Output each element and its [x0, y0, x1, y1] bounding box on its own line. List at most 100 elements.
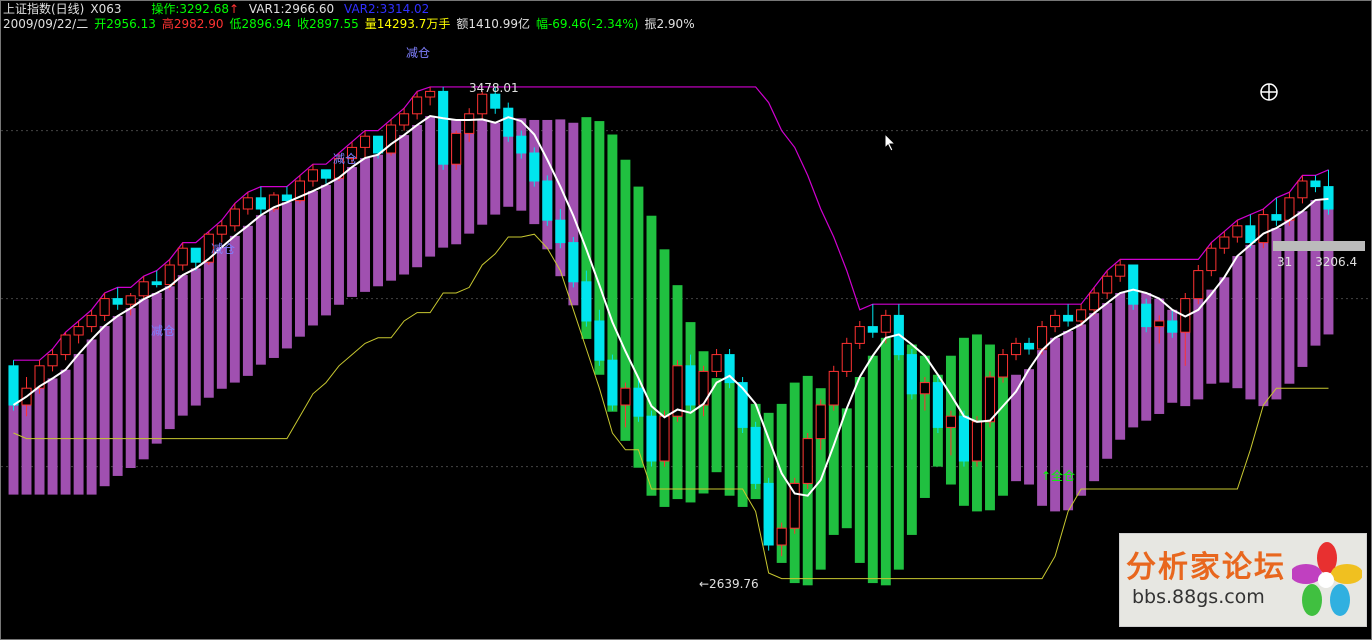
trough-price-label: ←2639.76 — [699, 577, 759, 591]
watermark-url: bbs.88gs.com — [1132, 586, 1265, 608]
trend-band-bar — [373, 154, 384, 287]
trend-band-bar — [828, 403, 839, 535]
move-cursor-icon — [1260, 83, 1278, 101]
candle-body — [1037, 326, 1048, 350]
mouse-pointer-icon — [884, 133, 897, 152]
forum-watermark: 分析家论坛 bbs.88gs.com — [1119, 533, 1367, 627]
candle-body — [1206, 247, 1217, 272]
candle-body — [607, 359, 618, 406]
change-value: 幅-69.46(-2.34%) — [535, 17, 639, 31]
candle-body — [802, 438, 813, 484]
trend-band-bar — [47, 378, 58, 495]
candle-body — [568, 242, 579, 283]
open-value: 开2956.13 — [94, 17, 156, 31]
trend-band-bar — [125, 308, 136, 468]
candle-body — [125, 295, 136, 305]
candle-body — [73, 326, 84, 336]
candle-body — [906, 354, 917, 395]
reduce-position-label: 减仓 — [151, 324, 175, 338]
trend-band-bar — [633, 186, 644, 468]
trend-band-bar — [294, 196, 305, 337]
trend-band-bar — [1245, 244, 1256, 400]
trend-band-bar — [190, 268, 201, 406]
candle-body — [594, 320, 605, 361]
candle-body — [359, 135, 371, 148]
trend-band-bar — [255, 215, 266, 365]
candle-body — [1167, 320, 1178, 333]
candle-body — [529, 152, 540, 182]
trend-band-bar — [203, 258, 214, 398]
date-value: 2009/09/22/二 — [3, 17, 89, 31]
trend-band-bar — [425, 116, 436, 257]
amplitude-value: 振2.90% — [644, 17, 695, 31]
candle-body — [1023, 342, 1035, 350]
candle-body — [425, 90, 436, 98]
candle-body — [503, 107, 514, 137]
trend-band-bar — [1050, 337, 1061, 512]
candle-body — [60, 334, 71, 356]
volume-value: 量14293.7万手 — [364, 17, 451, 31]
candle-body — [8, 365, 19, 406]
candle-body — [815, 404, 826, 440]
trend-band-bar — [360, 158, 370, 292]
candle-body — [242, 197, 253, 210]
candle-body — [190, 247, 201, 263]
trend-band-bar — [86, 339, 97, 495]
candle-body — [307, 169, 319, 182]
candle-body — [1154, 320, 1165, 328]
trend-band-bar — [1232, 256, 1243, 389]
trend-band-bar — [1128, 289, 1139, 428]
candle-body — [776, 527, 787, 546]
operation-value: 操作:3292.68 — [151, 2, 229, 16]
trend-band-bar — [112, 315, 123, 476]
trend-band-bar — [177, 275, 188, 416]
candle-body — [1128, 264, 1139, 305]
candle-body — [555, 219, 566, 244]
trend-band-bar — [412, 125, 423, 268]
trend-band-bar — [1271, 228, 1282, 400]
watermark-title: 分析家论坛 — [1126, 550, 1286, 585]
candle-body — [1297, 180, 1308, 199]
trend-band-bar — [1063, 331, 1074, 511]
trend-band-bar — [1310, 200, 1321, 346]
candle-body — [86, 314, 97, 328]
candle-body — [867, 326, 878, 333]
trend-band-bar — [321, 184, 331, 316]
op-arrow-icon: ↑ — [229, 2, 240, 16]
candle-body — [99, 298, 110, 316]
trend-band-bar — [386, 144, 397, 281]
candle-body — [1102, 275, 1113, 294]
trend-band-bar — [281, 202, 292, 349]
trend-band-bar — [334, 177, 344, 305]
trend-band-bar — [229, 235, 240, 383]
candle-body — [685, 365, 696, 406]
index-title: 上证指数(日线) — [3, 2, 85, 16]
candle-body — [1050, 314, 1061, 328]
candle-body — [229, 208, 240, 227]
reduce-position-label: 减仓 — [211, 242, 235, 256]
trend-band-bar — [1089, 313, 1100, 482]
trend-band-bar — [1206, 289, 1217, 384]
reduce-position-label: 减仓 — [406, 46, 430, 60]
candle-body — [373, 135, 384, 154]
trend-band-bar — [841, 408, 852, 529]
low-value: 低2896.94 — [229, 17, 292, 31]
candle-body — [945, 415, 956, 428]
trend-band-bar — [34, 386, 45, 495]
trend-band-bar — [1297, 211, 1308, 367]
candle-body — [1141, 303, 1152, 328]
candle-body — [1310, 180, 1321, 188]
candle-body — [1076, 309, 1087, 322]
candle-body — [1271, 214, 1282, 221]
candle-body — [1323, 186, 1334, 210]
candle-body — [542, 180, 553, 221]
candle-body — [438, 90, 449, 165]
trend-band-bar — [1219, 277, 1230, 383]
trend-band-bar — [308, 191, 318, 326]
flower-logo-icon — [1292, 542, 1362, 616]
candle-body — [971, 421, 983, 462]
trend-band-bar — [1258, 233, 1269, 407]
candle-body — [112, 298, 123, 305]
candle-body — [958, 415, 969, 462]
candle-body — [763, 482, 774, 546]
